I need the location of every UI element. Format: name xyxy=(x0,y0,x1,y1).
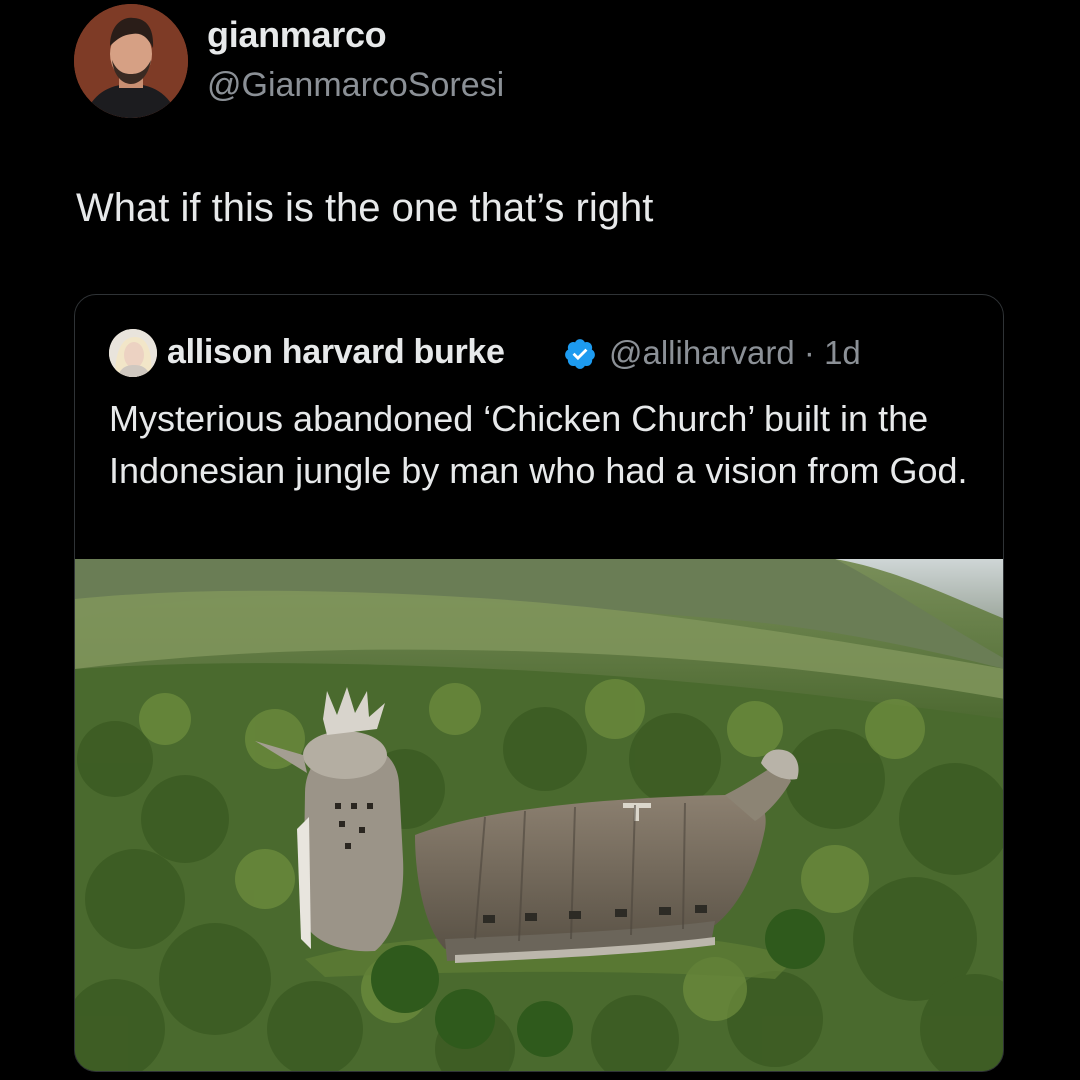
author-avatar-image xyxy=(74,4,188,118)
author-handle[interactable]: @GianmarcoSoresi xyxy=(207,66,504,105)
author-display-name[interactable]: gianmarco xyxy=(207,14,387,56)
quoted-author-avatar-image xyxy=(109,329,157,377)
quoted-tweet-card[interactable]: allison harvard burke @alliharvard · 1d … xyxy=(74,294,1004,1072)
chicken-church-photo xyxy=(75,559,1003,1071)
author-avatar[interactable] xyxy=(74,4,188,118)
tweet-text: What if this is the one that’s right xyxy=(76,186,654,230)
quoted-tweet-text: Mysterious abandoned ‘Chicken Church’ bu… xyxy=(109,398,968,491)
quoted-display-name[interactable]: allison harvard burke xyxy=(167,333,505,372)
quoted-handle-time[interactable]: @alliharvard · 1d xyxy=(609,334,861,372)
quoted-author-avatar[interactable] xyxy=(109,329,157,377)
verified-badge-icon xyxy=(565,339,595,369)
quoted-tweet-photo[interactable] xyxy=(75,559,1003,1071)
